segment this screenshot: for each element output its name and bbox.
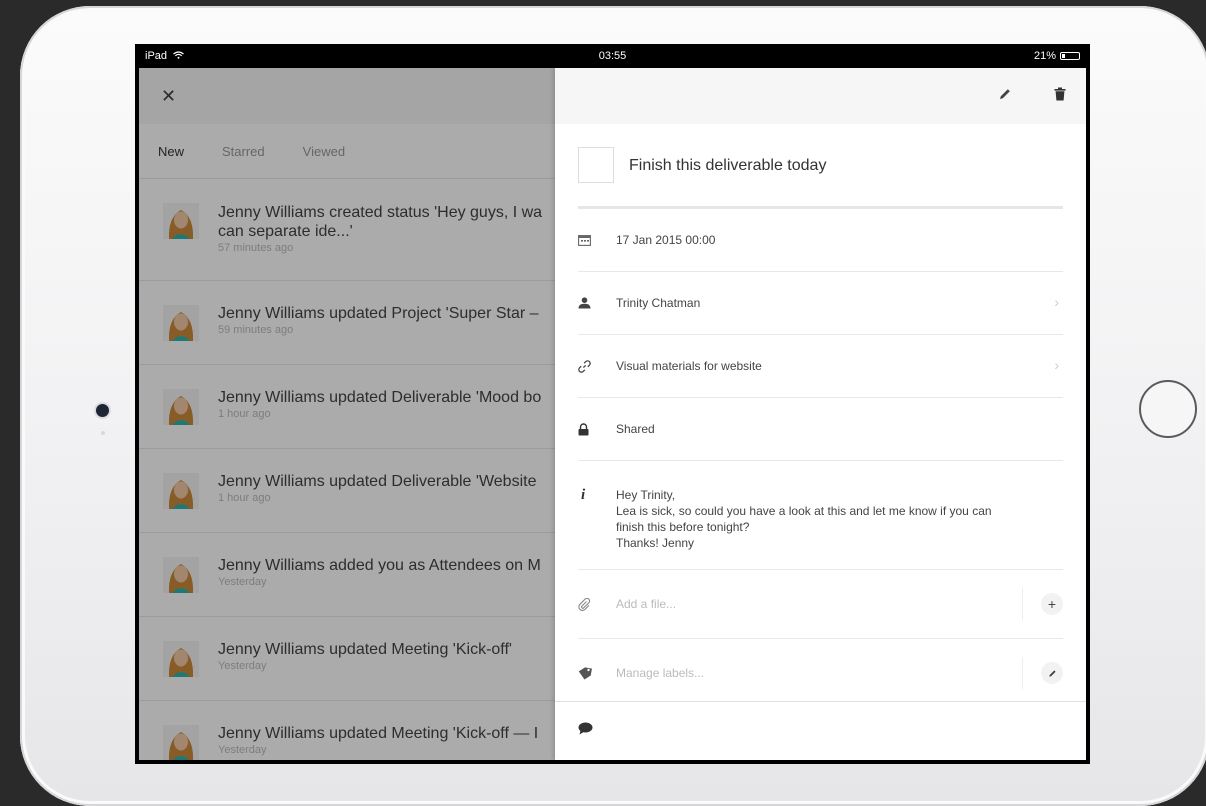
edit-icon[interactable] [998, 87, 1012, 106]
app-window: ✕ New Starred Viewed Jenny Williams crea… [139, 68, 1086, 760]
battery-percent: 21% [1033, 50, 1056, 62]
feed-list: Jenny Williams created status 'Hey guys,… [139, 179, 555, 760]
feed-title: Jenny Williams created status 'Hey guys,… [218, 204, 543, 240]
feed-title: Jenny Williams updated Meeting 'Kick-off… [218, 725, 539, 742]
list-item[interactable]: Jenny Williams updated Deliverable 'Webs… [139, 449, 555, 533]
status-time: 03:55 [598, 50, 627, 62]
status-battery: 21% [1034, 50, 1080, 62]
project-name: Visual materials for website [616, 359, 762, 373]
feed-title: Jenny Williams added you as Attendees on… [218, 557, 541, 574]
detail-topbar [555, 68, 1086, 124]
task-title: Finish this deliverable today [629, 157, 827, 174]
feed-title: Jenny Williams updated Deliverable 'Webs… [218, 473, 537, 490]
person-icon [578, 297, 616, 309]
divider [1022, 657, 1023, 689]
lock-icon [578, 422, 616, 436]
comment-bar[interactable] [555, 701, 1086, 760]
project-row[interactable]: Visual materials for website › [578, 335, 1063, 398]
feed-time: Yesterday [218, 576, 267, 588]
avatar [163, 557, 199, 593]
pencil-icon [1048, 669, 1056, 677]
task-detail-panel: Finish this deliverable today 17 Jan 201… [555, 68, 1086, 760]
close-icon[interactable]: ✕ [161, 86, 176, 107]
description-line: Lea is sick, so could you have a look at… [616, 504, 992, 518]
avatar [163, 389, 199, 425]
avatar [163, 725, 199, 760]
manage-labels-placeholder: Manage labels... [616, 666, 705, 680]
assignee-row[interactable]: Trinity Chatman › [578, 272, 1063, 335]
chevron-right-icon: › [1054, 357, 1059, 373]
link-icon [578, 359, 616, 373]
task-complete-checkbox[interactable] [578, 147, 614, 183]
feed-title: Jenny Williams updated Meeting 'Kick-off… [218, 641, 512, 658]
info-icon: i [581, 487, 586, 503]
feed-title: Jenny Williams updated Project 'Super St… [218, 305, 539, 322]
feed-text: Jenny Williams added you as Attendees on… [218, 556, 555, 588]
tag-icon [578, 666, 616, 680]
ipad-screen: iPad 03:55 21% ✕ New Starred Viewed Jenn… [135, 44, 1090, 764]
feed-time: 57 minutes ago [218, 242, 294, 254]
tab-viewed[interactable]: Viewed [303, 144, 345, 159]
description-row[interactable]: i Hey Trinity, Lea is sick, so could you… [578, 461, 1063, 570]
trash-icon[interactable] [1054, 87, 1066, 106]
home-button[interactable] [1139, 380, 1197, 438]
description-line: Hey Trinity, [616, 488, 676, 502]
battery-fill [1062, 54, 1065, 58]
avatar [163, 473, 199, 509]
avatar [163, 641, 199, 677]
feed-text: Jenny Williams updated Meeting 'Kick-off… [218, 640, 555, 672]
feed-time: 59 minutes ago [218, 324, 294, 336]
avatar [163, 203, 199, 239]
labels-row[interactable]: Manage labels... [578, 639, 1063, 707]
feed-topbar: ✕ [139, 68, 555, 124]
feed-time: 1 hour ago [218, 408, 271, 420]
divider [1022, 588, 1023, 620]
feed-time: Yesterday [218, 660, 267, 672]
feed-text: Jenny Williams updated Deliverable 'Webs… [218, 472, 555, 504]
feed-text: Jenny Williams updated Project 'Super St… [218, 304, 555, 336]
task-title-row: Finish this deliverable today [578, 124, 1063, 209]
description-line: finish this before tonight? [616, 520, 750, 534]
date-row[interactable]: 17 Jan 2015 00:00 [578, 209, 1063, 272]
tab-starred[interactable]: Starred [222, 144, 265, 159]
battery-icon [1060, 52, 1080, 60]
feed-time: Yesterday [218, 744, 267, 756]
list-item[interactable]: Jenny Williams created status 'Hey guys,… [139, 179, 555, 281]
feed-time: 1 hour ago [218, 492, 271, 504]
feed-text: Jenny Williams updated Meeting 'Kick-off… [218, 724, 555, 756]
paperclip-icon [578, 597, 616, 611]
edit-labels-button[interactable] [1041, 662, 1063, 684]
list-item[interactable]: Jenny Williams added you as Attendees on… [139, 533, 555, 617]
visibility-row[interactable]: Shared [578, 398, 1063, 461]
chevron-right-icon: › [1054, 294, 1059, 310]
due-date: 17 Jan 2015 00:00 [616, 233, 716, 247]
status-bar: iPad 03:55 21% [135, 44, 1090, 68]
feed-text: Jenny Williams created status 'Hey guys,… [218, 203, 555, 254]
description-line: Thanks! Jenny [616, 536, 695, 550]
list-item[interactable]: Jenny Williams updated Meeting 'Kick-off… [139, 701, 555, 760]
feed-panel: ✕ New Starred Viewed Jenny Williams crea… [139, 68, 555, 760]
front-camera [96, 404, 109, 417]
add-file-button[interactable]: + [1041, 593, 1063, 615]
assignee-name: Trinity Chatman [616, 296, 701, 310]
tab-new[interactable]: New [158, 144, 184, 159]
avatar [163, 305, 199, 341]
add-file-placeholder: Add a file... [616, 597, 677, 611]
light-sensor [101, 431, 105, 435]
feed-text: Jenny Williams updated Deliverable 'Mood… [218, 388, 555, 420]
comment-icon[interactable] [578, 722, 593, 740]
list-item[interactable]: Jenny Williams updated Project 'Super St… [139, 281, 555, 365]
visibility-status: Shared [616, 422, 655, 436]
description-text: Hey Trinity, Lea is sick, so could you h… [616, 461, 992, 551]
calendar-icon [578, 234, 616, 246]
list-item[interactable]: Jenny Williams updated Deliverable 'Mood… [139, 365, 555, 449]
attachment-row[interactable]: Add a file... + [578, 570, 1063, 639]
list-item[interactable]: Jenny Williams updated Meeting 'Kick-off… [139, 617, 555, 701]
feed-tabs: New Starred Viewed [139, 124, 555, 179]
feed-title: Jenny Williams updated Deliverable 'Mood… [218, 389, 542, 406]
